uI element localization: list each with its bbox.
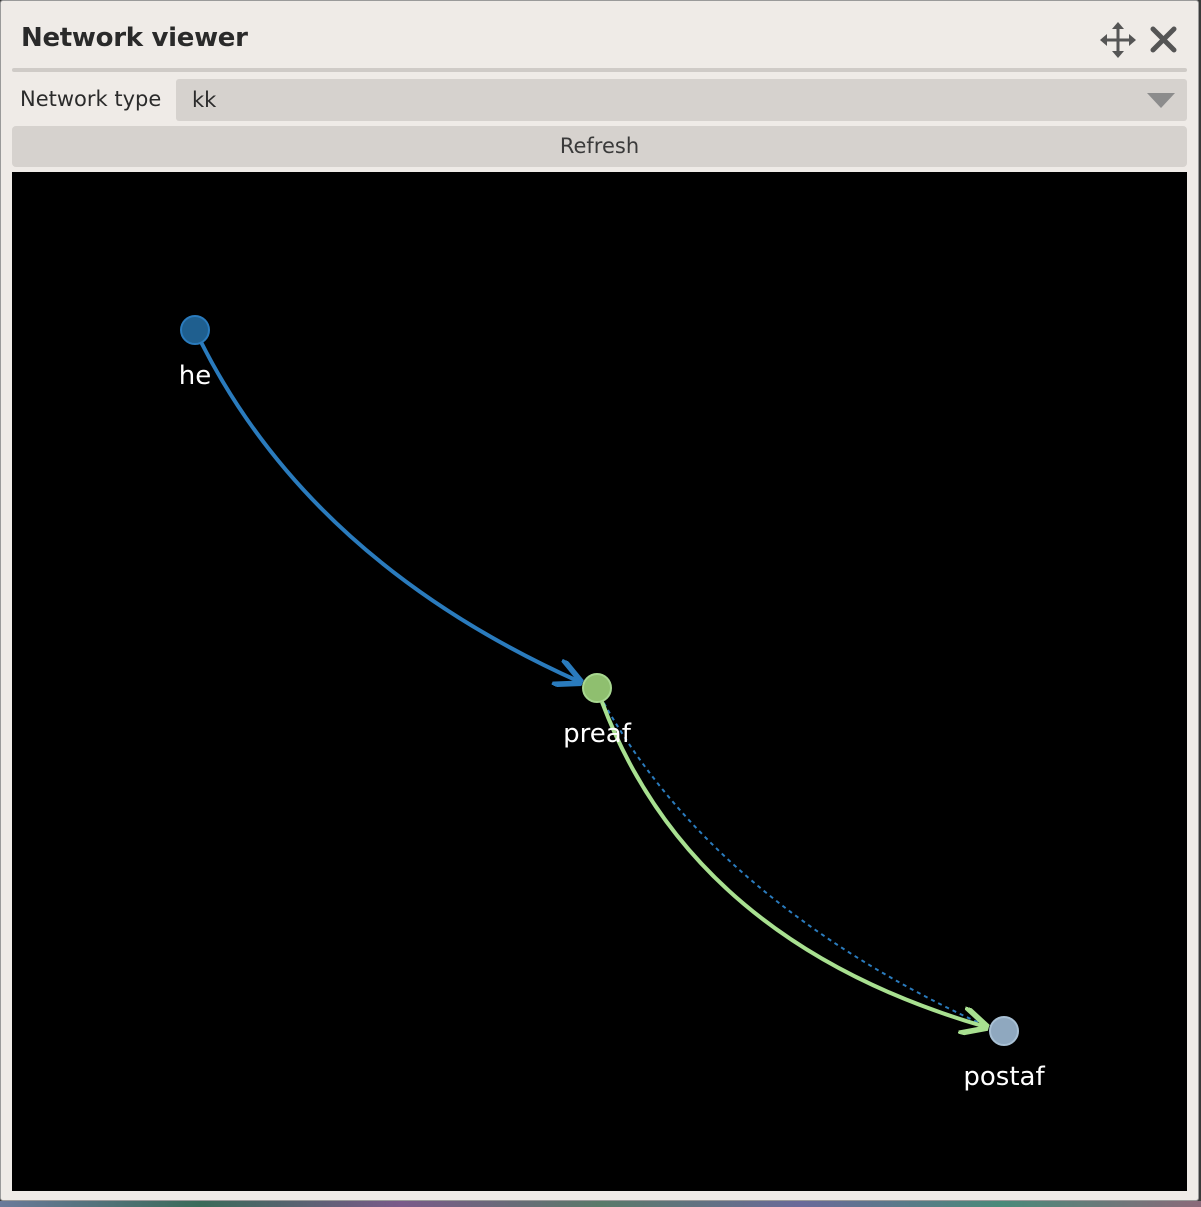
network-viewer-window: Network viewer Network type kk Refresh h… [0, 0, 1199, 1201]
node-label-he: he [179, 361, 211, 391]
network-graph[interactable]: he preaf postaf [12, 172, 1187, 1191]
move-arrows-icon[interactable] [1099, 21, 1137, 59]
network-type-select[interactable]: kk [176, 79, 1187, 121]
node-preaf[interactable] [582, 673, 612, 703]
edge-preaf-postaf-dotted [599, 695, 988, 1027]
network-canvas[interactable]: he preaf postaf [12, 172, 1187, 1191]
network-type-label: Network type [20, 87, 162, 111]
window-title: Network viewer [21, 23, 248, 53]
node-he[interactable] [180, 315, 210, 345]
title-bar[interactable]: Network viewer [1, 1, 1198, 67]
desktop-background-strip [0, 1201, 1201, 1207]
node-postaf[interactable] [989, 1016, 1019, 1046]
title-separator [12, 68, 1187, 72]
node-label-postaf: postaf [963, 1062, 1045, 1092]
node-label-preaf: preaf [563, 719, 632, 749]
network-type-value: kk [192, 88, 217, 112]
close-x-icon[interactable] [1145, 21, 1183, 59]
chevron-down-icon [1147, 93, 1175, 108]
edge-he-preaf [199, 341, 580, 682]
edge-preaf-postaf [600, 701, 986, 1027]
refresh-button[interactable]: Refresh [12, 126, 1187, 167]
